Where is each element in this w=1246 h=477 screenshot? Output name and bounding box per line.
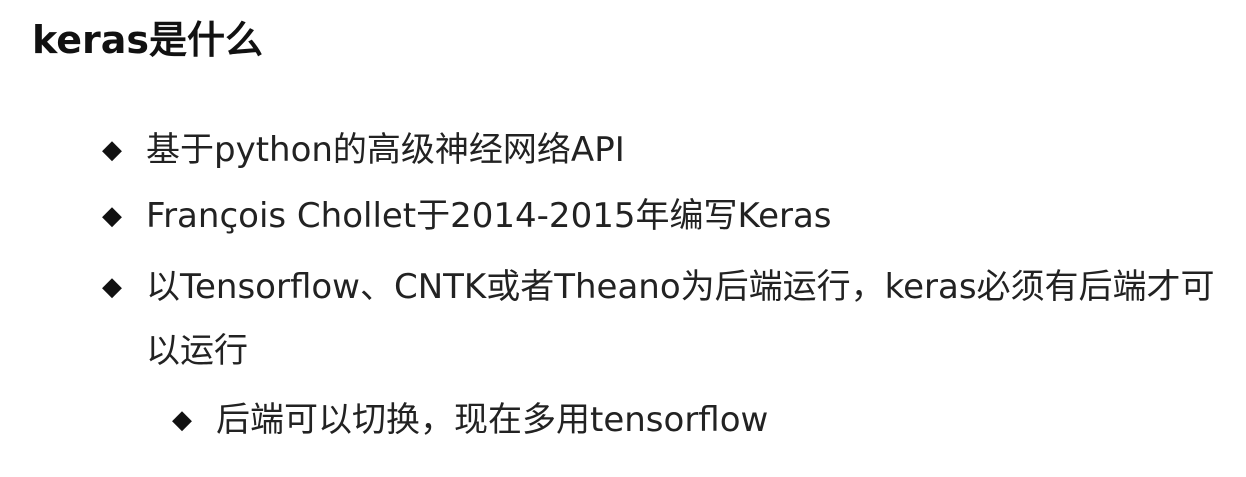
bullet-list: ◆ 基于python的高级神经网络API ◆ François Chollet于… xyxy=(0,0,1246,477)
diamond-bullet-icon: ◆ xyxy=(102,201,122,231)
diamond-bullet-icon: ◆ xyxy=(172,405,192,435)
diamond-bullet-icon: ◆ xyxy=(102,135,122,165)
bullet-item: ◆ 基于python的高级神经网络API xyxy=(102,118,1212,182)
bullet-text: 以Tensorflow、CNTK或者Theano为后端运行，keras必须有后端… xyxy=(146,267,1215,371)
bullet-text: 基于python的高级神经网络API xyxy=(146,130,625,170)
bullet-item: ◆ François Chollet于2014-2015年编写Keras xyxy=(102,184,1212,248)
diamond-bullet-icon: ◆ xyxy=(102,272,122,302)
bullet-text: François Chollet于2014-2015年编写Keras xyxy=(146,196,832,236)
sub-bullet-item: ◆ 后端可以切换，现在多用tensorflow xyxy=(172,388,1212,452)
bullet-item: ◆ 以Tensorflow、CNTK或者Theano为后端运行，keras必须有… xyxy=(102,255,1222,383)
sub-bullet-text: 后端可以切换，现在多用tensorflow xyxy=(216,400,769,440)
slide: keras是什么 ◆ 基于python的高级神经网络API ◆ François… xyxy=(0,0,1246,477)
